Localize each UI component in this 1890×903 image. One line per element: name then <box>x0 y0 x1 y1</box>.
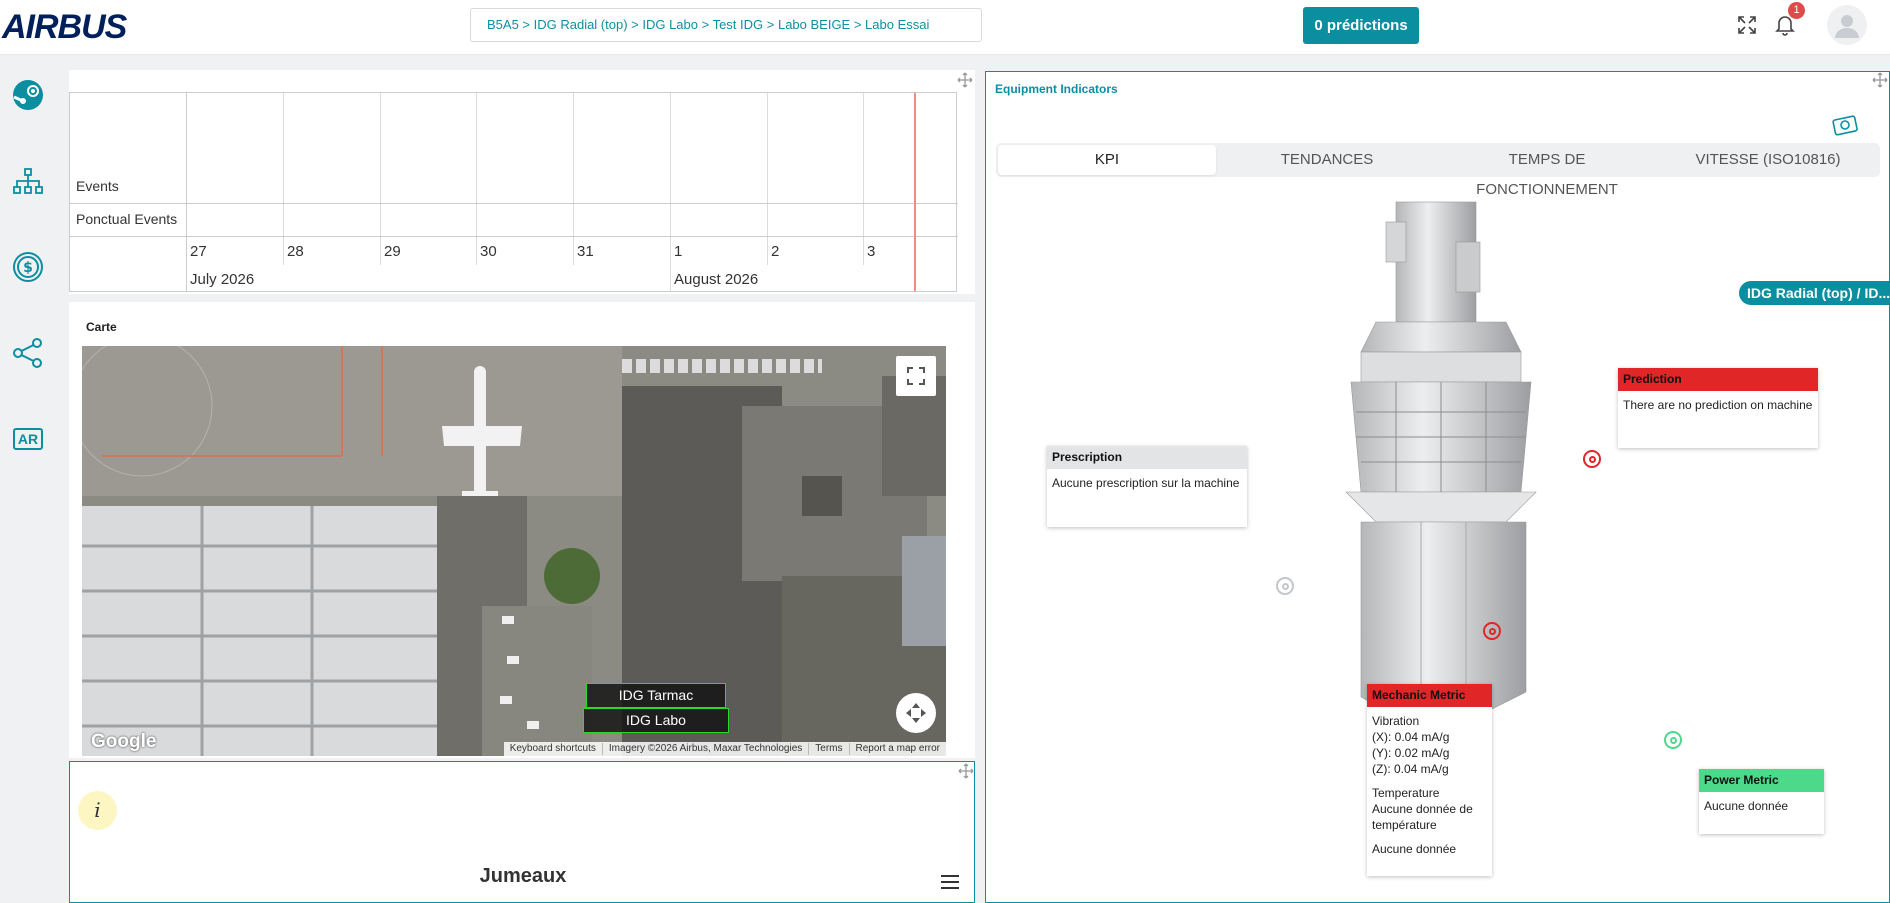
events-row-label: Events <box>76 178 119 194</box>
prediction-title: Prediction <box>1618 368 1818 391</box>
airbus-logo[interactable]: AIRBUS <box>2 8 127 47</box>
map-marker-label[interactable]: IDG Tarmac <box>586 683 726 708</box>
vibration-y: (Y): 0.02 mA/g <box>1372 746 1450 760</box>
tab-vitesse[interactable]: VITESSE (ISO10816) <box>1658 145 1878 175</box>
prescription-title: Prescription <box>1047 446 1247 469</box>
sidebar: $ AR <box>0 56 55 903</box>
day-label: 30 <box>480 243 497 260</box>
tab-kpi[interactable]: KPI <box>998 145 1216 175</box>
dollar-icon[interactable]: $ <box>10 249 46 285</box>
vibration-label: Vibration <box>1372 714 1420 728</box>
day-gridline <box>380 93 381 265</box>
move-icon[interactable] <box>1872 72 1888 88</box>
prescription-text: Aucune prescription sur la machine <box>1052 476 1240 490</box>
ar-camera-icon[interactable] <box>1831 112 1861 136</box>
day-label: 31 <box>577 243 594 260</box>
day-gridline <box>863 93 864 265</box>
hierarchy-icon[interactable] <box>10 163 46 199</box>
steam-icon[interactable] <box>10 77 46 113</box>
imagery-credit: Imagery ©2026 Airbus, Maxar Technologies <box>601 743 808 755</box>
timeline-table: Events Ponctual Events 27 28 29 30 31 1 … <box>69 92 958 292</box>
mechanic-hotspot-icon[interactable] <box>1483 622 1501 640</box>
satellite-map[interactable]: IDG Tarmac IDG Labo Google Keyboard shor… <box>82 346 946 756</box>
power-metric-text: Aucune donnée <box>1704 799 1789 813</box>
day-gridline <box>476 93 477 265</box>
map-marker-label[interactable]: IDG Labo <box>583 708 729 733</box>
current-time-marker <box>914 93 916 291</box>
mechanic-metric-title: Mechanic Metric <box>1367 684 1492 707</box>
svg-text:$: $ <box>23 260 33 276</box>
move-icon[interactable] <box>957 72 973 88</box>
prescription-card[interactable]: Prescription Aucune prescription sur la … <box>1047 446 1247 527</box>
map-footer: Keyboard shortcuts Imagery ©2026 Airbus,… <box>503 742 946 756</box>
terms-link[interactable]: Terms <box>808 743 848 755</box>
twins-panel: i Jumeaux <box>69 761 975 903</box>
day-label: 27 <box>190 243 207 260</box>
google-logo: Google <box>91 731 157 752</box>
share-icon[interactable] <box>10 335 46 371</box>
ponctual-events-row-label: Ponctual Events <box>76 211 178 227</box>
mechanic-metric-card[interactable]: Mechanic Metric Vibration (X): 0.04 mA/g… <box>1367 684 1492 876</box>
map-panel: Carte IDG Tarmac IDG Labo Google Keyboar… <box>69 302 975 758</box>
day-gridline <box>283 93 284 265</box>
breadcrumb[interactable]: B5A5 > IDG Radial (top) > IDG Labo > Tes… <box>470 8 982 42</box>
day-label: 29 <box>384 243 401 260</box>
vibration-z: (Z): 0.04 mA/g <box>1372 762 1449 776</box>
app-header: AIRBUS B5A5 > IDG Radial (top) > IDG Lab… <box>0 0 1890 55</box>
day-label: 28 <box>287 243 304 260</box>
fullscreen-icon <box>907 367 925 385</box>
keyboard-shortcuts-link[interactable]: Keyboard shortcuts <box>504 743 602 755</box>
tab-tendances[interactable]: TENDANCES <box>1218 145 1436 175</box>
prediction-text: There are no prediction on machine <box>1623 398 1813 412</box>
prediction-hotspot-icon[interactable] <box>1583 450 1601 468</box>
prescription-hotspot-icon[interactable] <box>1276 577 1294 595</box>
move-icon[interactable] <box>958 763 974 779</box>
machine-3d-model[interactable] <box>1326 197 1556 742</box>
month-label: August 2026 <box>674 271 759 288</box>
map-imagery <box>82 346 946 756</box>
day-label: 3 <box>867 243 876 260</box>
vibration-x: (X): 0.04 mA/g <box>1372 730 1450 744</box>
day-gridline <box>670 93 671 291</box>
power-metric-title: Power Metric <box>1699 769 1824 792</box>
day-gridline <box>767 93 768 265</box>
temperature-label: Temperature <box>1372 786 1440 800</box>
ar-icon[interactable]: AR <box>10 421 46 457</box>
map-fullscreen-button[interactable] <box>896 356 936 396</box>
timeline-panel: Events Ponctual Events 27 28 29 30 31 1 … <box>69 70 975 294</box>
timeline-divider <box>186 93 187 291</box>
map-navigation-control[interactable] <box>896 693 936 733</box>
info-icon[interactable]: i <box>78 791 117 830</box>
day-gridline <box>573 93 574 265</box>
predictions-button[interactable]: 0 prédictions <box>1303 7 1419 44</box>
day-label: 1 <box>674 243 683 260</box>
tab-temps-de-fonctionnement[interactable]: TEMPS DE FONCTIONNEMENT <box>1438 145 1656 198</box>
power-hotspot-icon[interactable] <box>1664 731 1682 749</box>
map-title: Carte <box>86 320 117 334</box>
fullscreen-icon[interactable] <box>1734 12 1760 38</box>
power-metric-card[interactable]: Power Metric Aucune donnée <box>1699 769 1824 834</box>
month-label: July 2026 <box>190 271 255 288</box>
ar-label: AR <box>13 428 43 450</box>
twins-title: Jumeaux <box>479 865 567 887</box>
day-label: 2 <box>771 243 780 260</box>
row-line <box>70 236 958 237</box>
compass-icon <box>906 703 926 723</box>
prediction-card[interactable]: Prediction There are no prediction on ma… <box>1618 368 1818 448</box>
mechanic-other: Aucune donnée <box>1372 842 1457 856</box>
temperature-value: Aucune donnée de température <box>1372 802 1473 832</box>
chart-menu-icon[interactable] <box>941 875 959 889</box>
report-error-link[interactable]: Report a map error <box>848 743 946 755</box>
row-line <box>70 203 958 204</box>
avatar[interactable] <box>1827 5 1867 45</box>
indicator-tabs: KPI TENDANCES TEMPS DE FONCTIONNEMENT VI… <box>996 143 1880 198</box>
equipment-indicators-panel: Equipment Indicators KPI TENDANCES TEMPS… <box>985 71 1890 903</box>
notification-badge: 1 <box>1788 2 1805 19</box>
asset-chip[interactable]: IDG Radial (top) / ID... <box>1739 281 1890 305</box>
equipment-title: Equipment Indicators <box>995 82 1118 96</box>
